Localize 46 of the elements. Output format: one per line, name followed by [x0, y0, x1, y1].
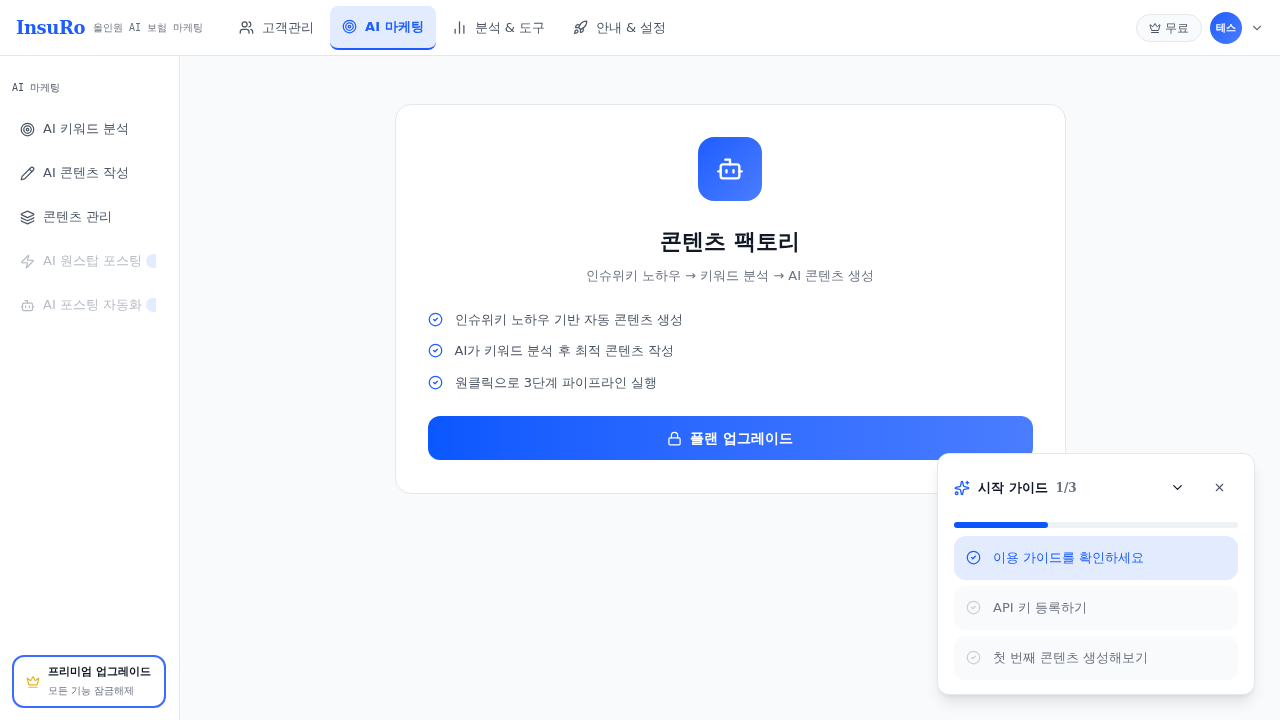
- check-circle-icon: [427, 343, 443, 359]
- bar-chart-icon: [451, 20, 467, 35]
- layers-icon: [20, 209, 35, 225]
- guide-step-item[interactable]: API 키 등록하기: [954, 585, 1238, 630]
- guide-step-item[interactable]: 이용 가이드를 확인하세요: [954, 535, 1238, 580]
- crown-icon: [26, 674, 40, 689]
- upgrade-title: 프리미엄 업그레이드: [48, 665, 151, 679]
- nav-tab[interactable]: 분석 & 도구: [439, 5, 557, 50]
- lightning-icon: [20, 253, 35, 269]
- card-subtitle: 인슈위키 노하우 → 키워드 분석 → AI 콘텐츠 생성: [585, 267, 875, 285]
- section-label: AI 마케팅: [11, 81, 62, 95]
- check-circle-icon: [966, 650, 981, 665]
- sidebar-item[interactable]: AI 키워드 분석: [0, 107, 129, 151]
- check-circle-icon: [966, 550, 981, 565]
- guide-step-item[interactable]: 첫 번째 콘텐츠 생성해보기: [954, 635, 1238, 680]
- sidebar-item[interactable]: 콘텐츠 관리: [0, 195, 113, 239]
- nav-tab[interactable]: 안내 & 설정: [560, 5, 679, 50]
- feature-text: 원클릭으로 3단계 파이프라인 실행: [454, 373, 658, 392]
- plan-badge: 무료: [1136, 13, 1202, 42]
- check-circle-icon: [427, 311, 443, 327]
- upgrade-subtitle: 모든 기능 잠금해제: [48, 684, 136, 698]
- robot-icon: [698, 137, 762, 201]
- users-icon: [239, 20, 255, 35]
- crown-icon: [1149, 21, 1161, 34]
- robot-icon: [20, 297, 35, 313]
- feature-text: AI가 키워드 분석 후 최적 콘텐츠 작성: [454, 342, 675, 360]
- guide-title: 시작 가이드: [978, 479, 1048, 497]
- rocket-icon: [572, 20, 588, 35]
- sidebar-item[interactable]: AI 콘텐츠 작성: [0, 151, 129, 195]
- guide-step: 1/3: [1055, 478, 1077, 497]
- user-avatar[interactable]: 테스: [1210, 11, 1242, 44]
- card-title: 콘텐츠 팩토리: [660, 228, 800, 256]
- upgrade-button[interactable]: 플랜 업그레이드: [427, 416, 1033, 460]
- feature-text: 인슈위키 노하우 기반 자동 콘텐츠 생성: [454, 310, 684, 329]
- sparkles-icon: [954, 479, 970, 496]
- pencil-icon: [20, 165, 35, 181]
- nav-tab[interactable]: AI 마케팅: [330, 5, 436, 50]
- check-circle-icon: [966, 600, 981, 615]
- tagline: 올인원 AI 보험 마케팅: [93, 21, 204, 35]
- check-circle-icon: [427, 374, 443, 390]
- target-icon: [20, 121, 35, 137]
- target-icon: [342, 19, 358, 34]
- upgrade-card[interactable]: 프리미엄 업그레이드 모든 기능 잠금해제: [12, 655, 166, 708]
- logo[interactable]: InsuRo: [16, 14, 85, 41]
- nav-tab[interactable]: 고객관리: [227, 5, 327, 50]
- lock-icon: [667, 430, 683, 446]
